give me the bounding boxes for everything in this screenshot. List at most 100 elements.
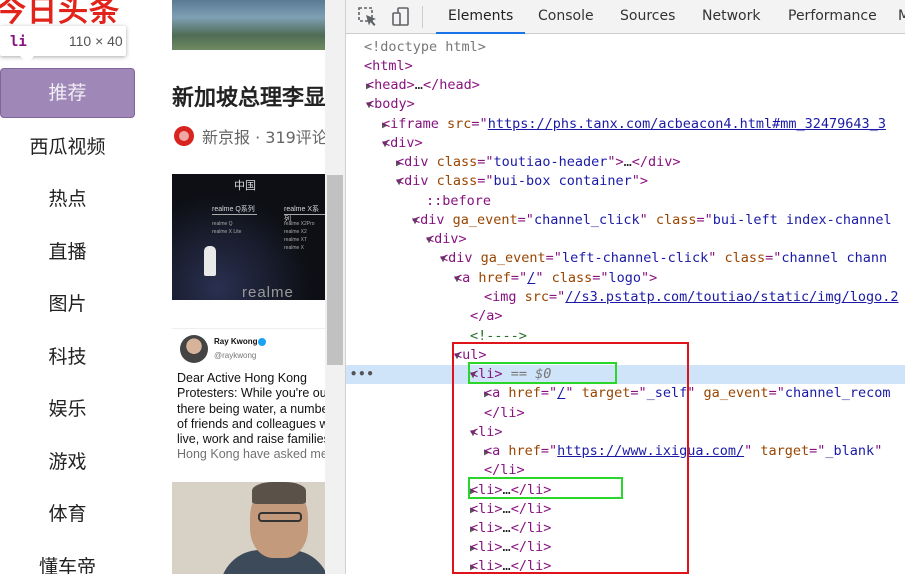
- attr-value: logo: [608, 270, 641, 286]
- channel-item-label: 推荐: [48, 82, 87, 104]
- feed-thumbnail-portrait[interactable]: [172, 482, 325, 574]
- screenshot-root: 今日头条 li 110 × 40 推荐 西瓜视频 热点 直播 图片 科技 娱乐 游…: [0, 0, 905, 574]
- spec-line: realme XT: [284, 237, 308, 243]
- dom-line-body[interactable]: ▼<body>: [346, 95, 905, 114]
- channel-item-pictures[interactable]: 图片: [0, 278, 135, 331]
- collapsed-ellipsis: …: [414, 77, 423, 93]
- attr-value: bui-left index-channel: [712, 212, 892, 228]
- img-src-link[interactable]: //s3.pstatp.com/toutiao/static/img/logo.…: [565, 289, 898, 305]
- feed-thumbnail-tweet[interactable]: Ray Kwong @raykwong Dear Active Hong Kon…: [172, 328, 325, 461]
- dom-line-left-channel[interactable]: ▼<div ga_event="left-channel-click" clas…: [346, 249, 905, 268]
- tooltip-tag: li: [10, 34, 27, 50]
- channel-item-label: 西瓜视频: [29, 135, 106, 158]
- dom-line-logo-link[interactable]: ▼<a href="/" class="logo">: [346, 269, 905, 288]
- feed-meta: 新京报 · 319评论: [174, 124, 325, 148]
- feed-thumbnail-realme[interactable]: 中国 realme Q系列 realme X系列 realme Q realme…: [172, 174, 325, 300]
- channel-item-dongchedi[interactable]: 懂车帝: [0, 541, 135, 574]
- tab-console[interactable]: Console: [526, 0, 606, 34]
- collapse-arrow-icon[interactable]: ▼: [346, 96, 372, 115]
- channel-item-sports[interactable]: 体育: [0, 488, 135, 541]
- expand-arrow-icon[interactable]: ▶: [346, 116, 388, 135]
- channel-item-games[interactable]: 游戏: [0, 436, 135, 489]
- expand-arrow-icon[interactable]: ▶: [346, 77, 372, 96]
- feed-meta-text: 新京报 · 319评论: [202, 128, 325, 147]
- dom-line-html[interactable]: <html>: [346, 57, 905, 76]
- attr-value: channel chann: [781, 250, 888, 266]
- tweet-line: of friends and colleagues w: [177, 416, 325, 431]
- news-feed: 新加坡总理李显 新京报 · 319评论 中国 realme Q系列 realme…: [172, 0, 325, 574]
- collapse-arrow-icon[interactable]: ▼: [346, 173, 402, 192]
- dom-line-header[interactable]: ▶<div class="toutiao-header">…</div>: [346, 153, 905, 172]
- attr-value: bui-box container: [493, 173, 632, 189]
- dom-line-iframe[interactable]: ▶<iframe src="https://phs.tanx.com/acbea…: [346, 115, 905, 134]
- channel-item-label: 体育: [48, 503, 87, 525]
- more-options-icon[interactable]: •••: [350, 365, 375, 384]
- expand-arrow-icon[interactable]: ▶: [346, 154, 402, 173]
- iframe-src-link[interactable]: https://phs.tanx.com/acbeacon4.html#mm_3…: [488, 116, 886, 132]
- realme-q-specs: realme Q realme X Lite: [212, 220, 241, 236]
- attr-value: left-channel-click: [561, 250, 709, 266]
- attr-value: channel_click: [533, 212, 640, 228]
- tab-overflow[interactable]: M: [886, 0, 905, 34]
- collapse-arrow-icon[interactable]: ▼: [346, 212, 418, 231]
- tag-name: div: [434, 231, 459, 247]
- realme-q-label: realme Q系列: [212, 206, 255, 213]
- channel-nav-list: 推荐 西瓜视频 热点 直播 图片 科技 娱乐 游戏 体育 懂车帝: [0, 68, 135, 574]
- collapse-arrow-icon[interactable]: ▼: [346, 135, 388, 154]
- realme-x-specs: realme X2Pro realme X2 realme XT realme …: [284, 220, 315, 252]
- tab-sources[interactable]: Sources: [608, 0, 687, 34]
- tweet-author-name: Ray Kwong: [214, 337, 258, 346]
- tooltip-arrow: [20, 56, 34, 63]
- devtools-toolbar: Elements Console Sources Network Perform…: [346, 0, 905, 34]
- inspect-element-icon[interactable]: [356, 5, 380, 29]
- channel-item-entertainment[interactable]: 娱乐: [0, 383, 135, 436]
- spec-line: realme X: [284, 245, 305, 251]
- dom-line-container[interactable]: ▼<div class="bui-box container">: [346, 172, 905, 191]
- element-inspect-tooltip: li 110 × 40: [0, 26, 126, 56]
- page-scrollbar[interactable]: [325, 0, 345, 574]
- collapse-arrow-icon[interactable]: ▼: [346, 270, 460, 289]
- dom-line-bui-left[interactable]: ▼<div ga_event="channel_click" class="bu…: [346, 211, 905, 230]
- tweet-line: there being water, a number: [177, 401, 325, 416]
- channel-item-recommend[interactable]: 推荐: [0, 68, 135, 118]
- collapse-arrow-icon[interactable]: ▼: [346, 250, 446, 269]
- tag-name: html: [372, 58, 405, 74]
- realme-divider: [284, 214, 325, 215]
- realme-brand-text: realme: [242, 284, 294, 300]
- inspected-page: 今日头条 li 110 × 40 推荐 西瓜视频 热点 直播 图片 科技 娱乐 游…: [0, 0, 345, 574]
- attr-value: channel_recom: [784, 385, 891, 401]
- tab-elements[interactable]: Elements: [436, 0, 526, 34]
- channel-item-live[interactable]: 直播: [0, 226, 135, 279]
- doctype-text: <!doctype html>: [364, 39, 486, 55]
- dom-line-before[interactable]: ::before: [346, 192, 905, 211]
- collapse-arrow-icon[interactable]: ▼: [346, 347, 460, 366]
- portrait-hair: [252, 482, 306, 504]
- dom-line-div-inner[interactable]: ▼<div>: [346, 230, 905, 249]
- tab-network[interactable]: Network: [690, 0, 772, 34]
- feed-thumbnail-landscape[interactable]: [172, 0, 325, 50]
- channel-item-tech[interactable]: 科技: [0, 331, 135, 384]
- tag-name: div: [390, 135, 415, 151]
- tab-performance[interactable]: Performance: [776, 0, 889, 34]
- channel-item-label: 游戏: [48, 450, 87, 473]
- channel-item-xigua-video[interactable]: 西瓜视频: [0, 121, 135, 174]
- channel-item-label: 懂车帝: [38, 555, 96, 574]
- tag-name: head: [374, 77, 407, 93]
- spec-line: realme X2Pro: [284, 221, 315, 227]
- dom-line-img[interactable]: <img src="//s3.pstatp.com/toutiao/static…: [346, 288, 905, 307]
- verified-badge-icon: [258, 338, 266, 346]
- dom-line-div[interactable]: ▼<div>: [346, 134, 905, 153]
- realme-divider: [212, 214, 257, 215]
- feed-headline[interactable]: 新加坡总理李显: [172, 80, 325, 112]
- page-scrollbar-thumb[interactable]: [327, 175, 343, 365]
- device-toolbar-icon[interactable]: [390, 5, 414, 29]
- dom-line-doctype[interactable]: <!doctype html>: [346, 38, 905, 57]
- channel-item-label: 科技: [48, 345, 87, 368]
- dom-line-head[interactable]: ▶<head>…</head>: [346, 76, 905, 95]
- dom-line-a-close[interactable]: </a>: [346, 307, 905, 326]
- channel-item-label: 直播: [48, 240, 87, 263]
- collapse-arrow-icon[interactable]: ▼: [346, 231, 432, 250]
- tweet-text: Dear Active Hong Kong Protesters: While …: [177, 371, 325, 463]
- channel-item-hot[interactable]: 热点: [0, 173, 135, 226]
- pseudo-element: ::before: [426, 193, 492, 209]
